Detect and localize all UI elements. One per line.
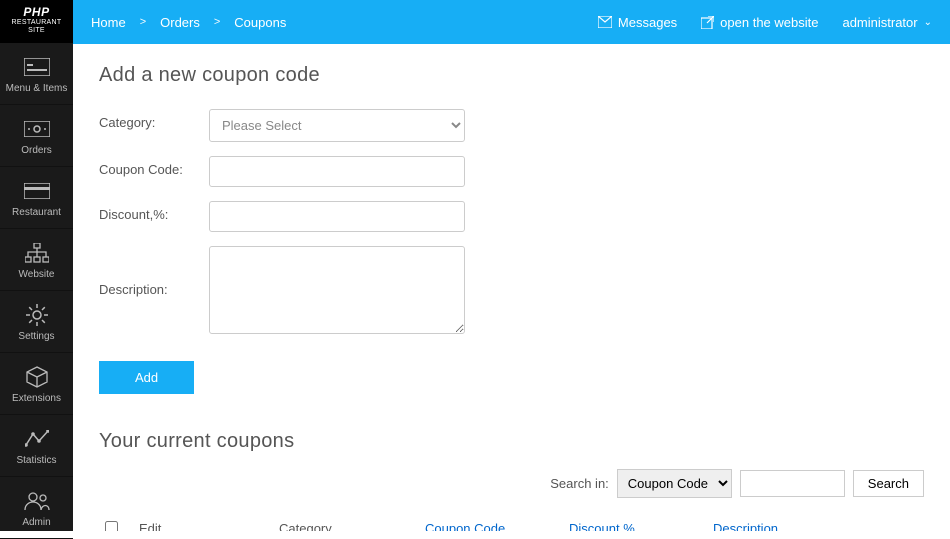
nav-settings[interactable]: Settings bbox=[0, 291, 73, 353]
breadcrumb: Home > Orders > Coupons bbox=[91, 15, 286, 30]
col-category: Category bbox=[273, 512, 419, 531]
search-bar: Search in: Coupon Code Search bbox=[99, 469, 924, 498]
nav-orders[interactable]: Orders bbox=[0, 105, 73, 167]
external-link-icon bbox=[701, 16, 714, 29]
section-title: Your current coupons bbox=[99, 430, 924, 453]
sort-discount[interactable]: Discount,% bbox=[569, 521, 635, 531]
content: Add a new coupon code Category: Please S… bbox=[73, 44, 950, 531]
select-all-checkbox[interactable] bbox=[105, 521, 118, 531]
nav-label: Restaurant bbox=[12, 207, 61, 218]
envelope-icon bbox=[598, 16, 612, 28]
nav-label: Statistics bbox=[16, 455, 56, 466]
nav-website[interactable]: Website bbox=[0, 229, 73, 291]
search-label: Search in: bbox=[550, 476, 609, 491]
search-field-select[interactable]: Coupon Code bbox=[617, 469, 732, 498]
chevron-down-icon: ⌄ bbox=[924, 17, 932, 28]
sitemap-icon bbox=[25, 241, 49, 265]
coupons-table: Edit Category Coupon Code Discount,% Des… bbox=[99, 512, 924, 531]
user-menu[interactable]: administrator ⌄ bbox=[842, 15, 932, 30]
logo: PHP RESTAURANTSITE bbox=[0, 0, 73, 43]
breadcrumb-current: Coupons bbox=[234, 15, 286, 30]
nav-menu-items[interactable]: Menu & Items bbox=[0, 43, 73, 105]
nav-admin[interactable]: Admin bbox=[0, 477, 73, 539]
messages-link[interactable]: Messages bbox=[598, 15, 677, 30]
sort-coupon-code[interactable]: Coupon Code bbox=[425, 521, 505, 531]
description-textarea[interactable] bbox=[209, 246, 465, 334]
category-select[interactable]: Please Select bbox=[209, 109, 465, 142]
nav-extensions[interactable]: Extensions bbox=[0, 353, 73, 415]
cube-icon bbox=[26, 365, 48, 389]
discount-label: Discount,%: bbox=[99, 201, 209, 222]
users-icon bbox=[24, 489, 50, 513]
search-input[interactable] bbox=[740, 470, 845, 497]
coupon-code-label: Coupon Code: bbox=[99, 156, 209, 177]
breadcrumb-orders[interactable]: Orders bbox=[160, 15, 200, 30]
menu-icon bbox=[24, 55, 50, 79]
card-icon bbox=[24, 179, 50, 203]
nav-statistics[interactable]: Statistics bbox=[0, 415, 73, 477]
add-button[interactable]: Add bbox=[99, 361, 194, 394]
search-button[interactable]: Search bbox=[853, 470, 924, 497]
nav-label: Settings bbox=[18, 331, 54, 342]
nav-restaurant[interactable]: Restaurant bbox=[0, 167, 73, 229]
page-title: Add a new coupon code bbox=[99, 64, 924, 87]
nav-label: Admin bbox=[22, 517, 50, 528]
nav-label: Menu & Items bbox=[6, 83, 68, 94]
stats-icon bbox=[25, 427, 49, 451]
nav-label: Orders bbox=[21, 145, 52, 156]
gear-icon bbox=[26, 303, 48, 327]
topbar: Home > Orders > Coupons Messages open th… bbox=[73, 0, 950, 44]
open-website-link[interactable]: open the website bbox=[701, 15, 818, 30]
breadcrumb-sep: > bbox=[140, 16, 146, 28]
coupon-code-input[interactable] bbox=[209, 156, 465, 187]
nav-label: Website bbox=[19, 269, 55, 280]
sort-description[interactable]: Description bbox=[713, 521, 778, 531]
nav-label: Extensions bbox=[12, 393, 61, 404]
category-label: Category: bbox=[99, 109, 209, 130]
sidebar: PHP RESTAURANTSITE Menu & Items Orders R… bbox=[0, 0, 73, 531]
breadcrumb-home[interactable]: Home bbox=[91, 15, 126, 30]
col-edit: Edit bbox=[133, 512, 273, 531]
orders-icon bbox=[24, 117, 50, 141]
discount-input[interactable] bbox=[209, 201, 465, 232]
description-label: Description: bbox=[99, 246, 209, 297]
breadcrumb-sep: > bbox=[214, 16, 220, 28]
